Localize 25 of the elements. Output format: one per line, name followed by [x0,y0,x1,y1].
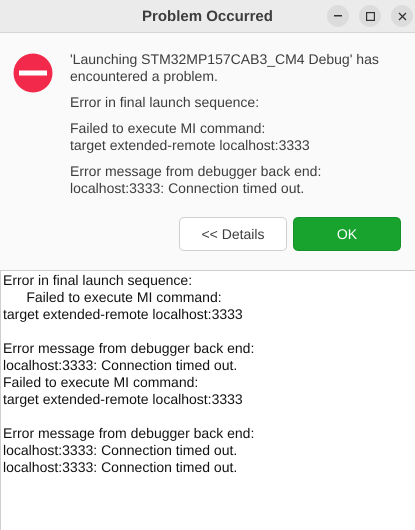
maximize-button[interactable] [359,5,381,27]
window-title: Problem Occurred [142,8,273,24]
details-text: Error message from debugger back end: [3,340,256,357]
close-button[interactable] [391,5,413,27]
message-text: Error in final launch sequence: [70,94,260,111]
details-text: localhost:3333: Connection timed out. [3,459,238,476]
details-text: target extended-remote localhost:3333 [3,306,244,323]
message-text: 'Launching STM32MP157CAB3_CM4 Debug' has encountered a problem. [70,51,380,85]
details-text: Error message from debugger back end: [3,425,256,442]
maximize-icon [366,12,374,20]
message-text: target extended-remote localhost:3333 [70,137,311,154]
minimize-button[interactable] [327,5,349,27]
details-text: Failed to execute MI command: [3,374,200,391]
message-text: localhost:3333: Connection timed out. [70,180,306,197]
error-icon [13,53,53,93]
message-text: Failed to execute MI command: [70,120,266,137]
details-text: localhost:3333: Connection timed out. [3,442,238,459]
details-button[interactable]: << Details [179,217,287,251]
details-text: localhost:3333: Connection timed out. [3,357,238,374]
close-icon [398,12,406,20]
details-text: Error in final launch sequence: [3,272,194,289]
minimize-icon [334,15,342,17]
details-text: Failed to execute MI command: [25,289,223,306]
details-text: target extended-remote localhost:3333 [3,391,244,408]
message-text: Error message from debugger back end: [70,163,322,180]
